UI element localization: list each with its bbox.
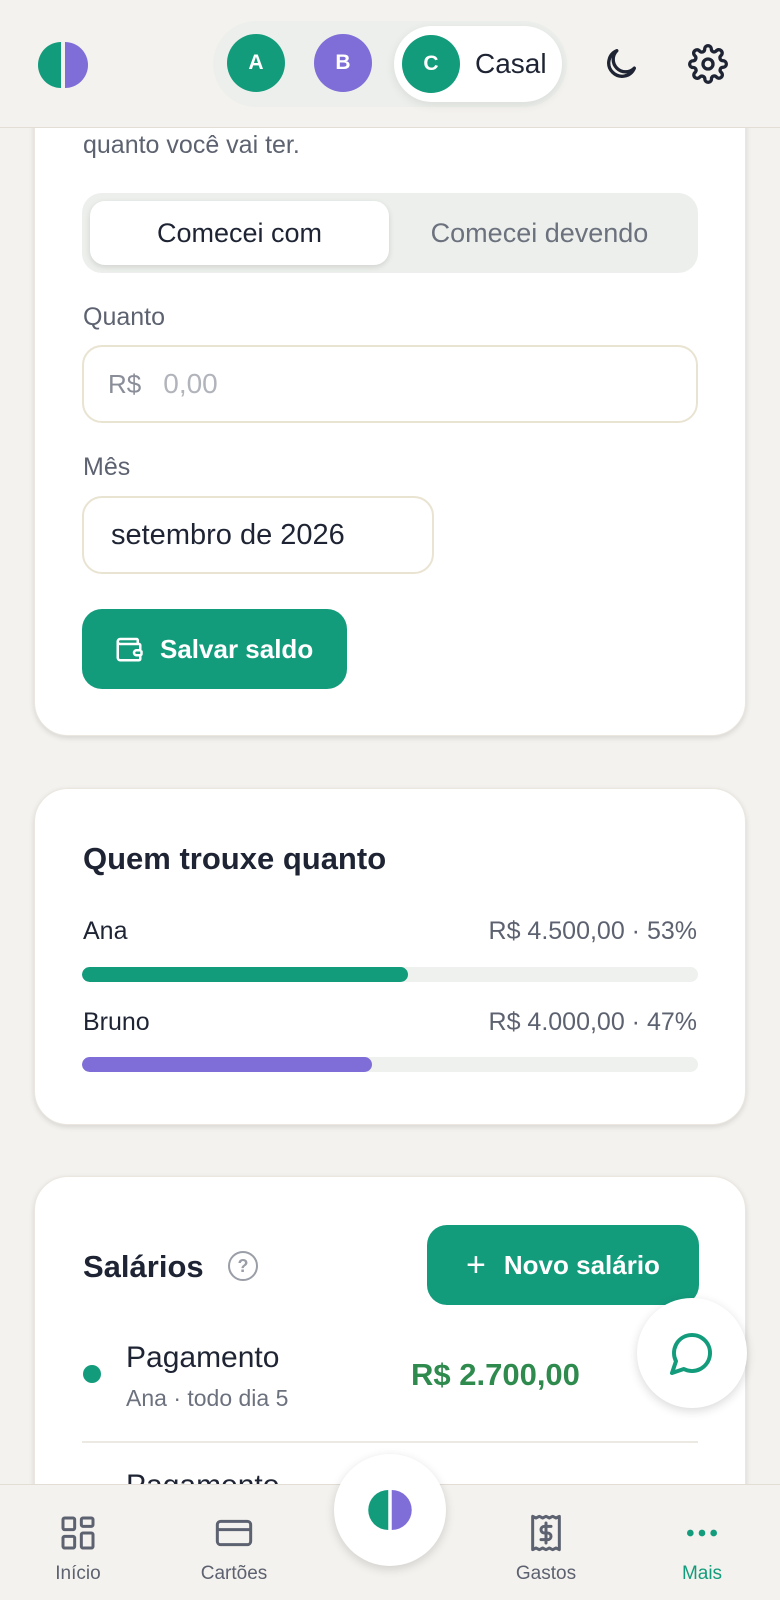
salary-schedule: Ana · todo dia 5 [126, 1385, 289, 1411]
nav-gastos-label: Gastos [515, 1563, 577, 1584]
nav-cartoes-label: Cartões [200, 1563, 268, 1584]
segment-comecei-devendo[interactable]: Comecei devendo [389, 201, 690, 265]
profile-switcher: A B C Casal [213, 21, 567, 107]
profile-avatar-b[interactable]: B [314, 34, 372, 92]
salary-amount: R$ 2.700,00 [411, 1357, 580, 1392]
more-icon [687, 1529, 717, 1537]
profile-avatar-a[interactable]: A [227, 34, 285, 92]
person-name-ana: Ana [83, 917, 128, 945]
save-balance-button[interactable]: Salvar saldo [82, 609, 347, 689]
app-logo-icon [368, 1490, 412, 1530]
salary-status-dot [83, 1365, 101, 1383]
person-value-ana: R$ 4.500,00 · 53% [488, 917, 697, 945]
chat-button[interactable] [637, 1298, 747, 1408]
person-name-bruno: Bruno [83, 1008, 150, 1036]
gear-icon[interactable] [688, 44, 728, 84]
center-logo-button[interactable] [334, 1454, 446, 1566]
plus-icon: + [466, 1246, 486, 1284]
contributions-card: Quem trouxe quanto Ana R$ 4.500,00 · 53%… [34, 788, 746, 1125]
currency-prefix: R$ [108, 368, 142, 399]
new-salary-label: Novo salário [503, 1249, 660, 1280]
salary-name[interactable]: Pagamento [126, 1341, 279, 1375]
contribution-bar-ana [82, 967, 698, 982]
nav-gastos[interactable]: Gastos [486, 1513, 606, 1585]
person-value-bruno: R$ 4.000,00 · 47% [488, 1008, 697, 1036]
contribution-fill-bruno [82, 1057, 372, 1072]
new-salary-button[interactable]: + Novo salário [427, 1225, 699, 1305]
profile-casal-label: Casal [475, 48, 547, 79]
amount-field[interactable]: R$ 0,00 [82, 345, 698, 423]
grid-icon [61, 1516, 95, 1550]
top-bar: A B C Casal [0, 0, 780, 128]
list-divider [82, 1441, 698, 1443]
card-icon [215, 1519, 253, 1547]
card-intro-text: quanto você vai ter. [83, 131, 300, 159]
nav-inicio[interactable]: Início [18, 1513, 138, 1585]
wallet-icon [116, 637, 143, 662]
app-logo[interactable] [38, 42, 88, 88]
profile-avatar-c: C [402, 35, 460, 93]
nav-mais-label: Mais [681, 1563, 723, 1584]
month-label: Mês [83, 453, 131, 481]
amount-label: Quanto [83, 303, 166, 331]
help-icon[interactable]: ? [228, 1251, 258, 1281]
balance-type-segment: Comecei com Comecei devendo [82, 193, 698, 273]
amount-placeholder: 0,00 [163, 368, 218, 399]
save-balance-label: Salvar saldo [160, 633, 314, 664]
month-select[interactable]: setembro de 2026 [82, 496, 434, 574]
segment-comecei-com[interactable]: Comecei com [90, 201, 389, 265]
salaries-title: Salários [83, 1249, 204, 1284]
moon-icon[interactable] [601, 44, 641, 84]
contribution-bar-bruno [82, 1057, 698, 1072]
initial-balance-card: quanto você vai ter. Comecei com Comecei… [34, 80, 746, 736]
contributions-title: Quem trouxe quanto [83, 841, 387, 876]
nav-cartoes[interactable]: Cartões [174, 1513, 294, 1585]
chat-bubble-icon [670, 1333, 712, 1375]
profile-casal-selected[interactable]: C Casal [394, 26, 562, 102]
nav-inicio-label: Início [55, 1563, 101, 1584]
contribution-fill-ana [82, 967, 409, 982]
receipt-icon [531, 1514, 561, 1552]
nav-mais[interactable]: Mais [642, 1513, 762, 1585]
